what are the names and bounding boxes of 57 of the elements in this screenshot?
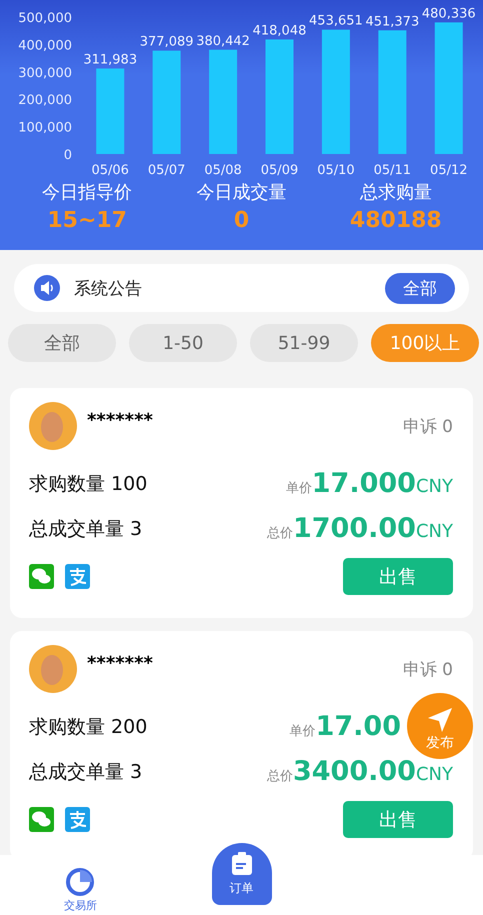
send-icon bbox=[426, 706, 454, 734]
filter-chip[interactable]: 51-99 bbox=[250, 324, 358, 362]
filter-chip[interactable]: 1-50 bbox=[129, 324, 237, 362]
axis-label: 05/10 bbox=[317, 163, 355, 178]
value-label: 453,651 bbox=[309, 14, 363, 29]
axis-label: 05/09 bbox=[260, 163, 298, 178]
exchange-tab[interactable]: 交易所 bbox=[0, 864, 161, 915]
axis-label: 200,000 bbox=[18, 93, 72, 108]
axis-label: 05/11 bbox=[374, 163, 412, 178]
user-name: ******* bbox=[87, 410, 154, 431]
stat-value: 15~17 bbox=[47, 208, 127, 233]
speaker-icon bbox=[34, 275, 60, 301]
deals-text: 总成交单量 3 bbox=[29, 516, 142, 542]
alipay-icon bbox=[65, 564, 90, 589]
notice-text: 系统公告 bbox=[74, 278, 143, 300]
axis-label: 05/07 bbox=[148, 163, 186, 178]
filter-chip[interactable]: 全部 bbox=[8, 324, 116, 362]
sell-button[interactable]: 出售 bbox=[343, 558, 453, 595]
deals-text: 总成交单量 3 bbox=[29, 760, 142, 784]
unit-price: 单价 17.00 bbox=[290, 711, 401, 742]
stat-value: 480188 bbox=[350, 208, 442, 233]
appeal-count: 申诉 0 bbox=[402, 416, 453, 438]
stat-label: 总求购量 bbox=[360, 181, 432, 204]
value-label: 418,048 bbox=[252, 23, 306, 38]
all-button[interactable]: 全部 bbox=[385, 272, 455, 304]
axis-label: 400,000 bbox=[18, 38, 72, 54]
alipay-icon bbox=[65, 807, 90, 832]
axis-label: 0 bbox=[64, 148, 72, 163]
sell-button[interactable]: 出售 bbox=[343, 801, 453, 838]
orders-tab[interactable]: 订单 bbox=[212, 843, 272, 905]
value-label: 480,336 bbox=[422, 6, 476, 22]
stat-label: 今日成交量 bbox=[196, 181, 286, 204]
axis-label: 500,000 bbox=[18, 11, 72, 26]
value-label: 311,983 bbox=[83, 52, 138, 68]
value-label: 377,089 bbox=[140, 34, 194, 50]
quantity-text: 求购数量 200 bbox=[29, 714, 148, 740]
quantity-text: 求购数量 100 bbox=[29, 472, 148, 496]
appeal-count: 申诉 0 bbox=[402, 658, 453, 680]
axis-label: 05/08 bbox=[204, 163, 242, 178]
wechat-icon bbox=[29, 564, 54, 589]
clipboard-icon bbox=[230, 852, 252, 876]
value-label: 451,373 bbox=[365, 14, 420, 30]
unit-price: 单价 17.000CNY bbox=[286, 468, 453, 499]
axis-label: 100,000 bbox=[18, 120, 72, 136]
user-name: ******* bbox=[87, 653, 154, 674]
notice-bar[interactable]: 系统公告 全部 bbox=[14, 264, 469, 312]
stat-label: 今日指导价 bbox=[42, 181, 132, 204]
wechat-icon bbox=[29, 807, 54, 832]
stat-value: 0 bbox=[234, 208, 250, 233]
avatar bbox=[29, 645, 77, 693]
total-price: 总价 1700.00CNY bbox=[266, 513, 453, 544]
axis-label: 05/06 bbox=[91, 163, 129, 178]
total-price: 总价3400.00CNY bbox=[266, 756, 453, 787]
value-label: 380,442 bbox=[196, 34, 250, 49]
avatar bbox=[29, 402, 77, 450]
axis-label: 300,000 bbox=[18, 66, 72, 81]
axis-label: 05/12 bbox=[430, 163, 468, 178]
